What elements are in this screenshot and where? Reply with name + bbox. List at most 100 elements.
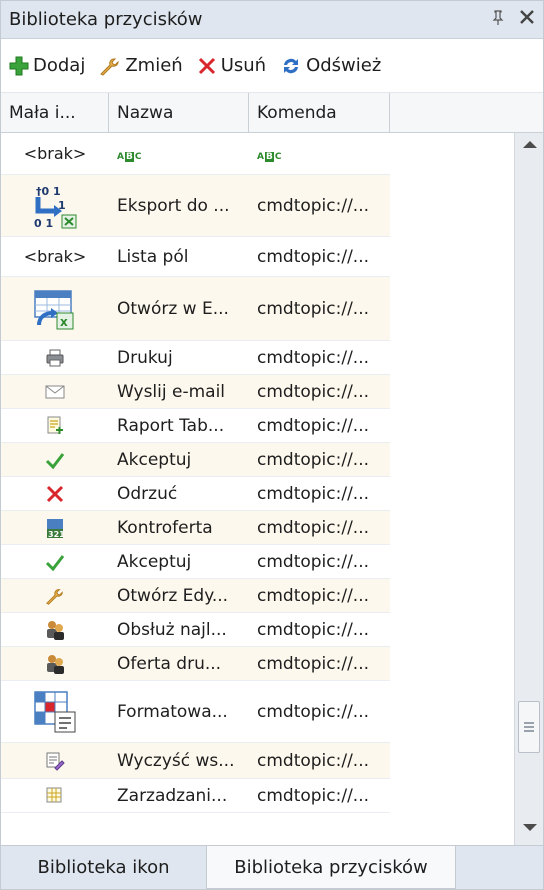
open-excel-icon: x <box>1 287 109 331</box>
pin-icon[interactable] <box>491 10 505 30</box>
add-button[interactable]: Dodaj <box>9 55 85 76</box>
checkmark-icon <box>1 553 109 571</box>
grid-rows: <brak> ABC ABC †0 1 1 0 1 Eksport do ...… <box>1 133 390 813</box>
row-name: Oferta dru... <box>117 653 222 674</box>
wrench-icon <box>1 586 109 606</box>
report-icon <box>1 416 109 436</box>
row-name: Drukuj <box>117 347 173 368</box>
table-row[interactable]: †0 1 1 0 1 Eksport do ... cmdtopic://... <box>1 175 390 237</box>
edit-button[interactable]: Zmień <box>99 55 183 76</box>
row-name: Zarzadzani... <box>117 785 228 806</box>
export-binary-icon: †0 1 1 0 1 <box>1 183 109 229</box>
column-header-command[interactable]: Komenda <box>249 93 390 132</box>
tab-icon-library[interactable]: Biblioteka ikon <box>1 846 206 889</box>
table-row[interactable]: Otwórz Edy... cmdtopic://... <box>1 579 390 613</box>
scrollbar-thumb[interactable] <box>518 701 540 753</box>
button-library-panel: Biblioteka przycisków Dodaj Zmień Usuń O… <box>0 0 544 890</box>
row-name: Eksport do ... <box>117 195 230 216</box>
printer-icon <box>1 348 109 368</box>
svg-text:0 1: 0 1 <box>34 217 53 229</box>
row-command: cmdtopic://... <box>257 653 370 674</box>
row-command: cmdtopic://... <box>257 298 370 319</box>
refresh-button-label: Odśwież <box>306 55 382 76</box>
tab-button-library[interactable]: Biblioteka przycisków <box>206 846 456 889</box>
column-header-name[interactable]: Nazwa <box>109 93 249 132</box>
buttons-grid[interactable]: Mała i... Nazwa Komenda <brak> ABC ABC †… <box>1 93 543 845</box>
column-header-small-icon[interactable]: Mała i... <box>1 93 109 132</box>
wrench-icon <box>100 58 119 76</box>
users-icon <box>1 653 109 675</box>
name-filter-cell[interactable]: ABC <box>109 144 249 164</box>
table-row[interactable]: Formatowa... cmdtopic://... <box>1 681 390 743</box>
row-command: cmdtopic://... <box>257 415 370 436</box>
format-table-icon <box>1 690 109 734</box>
row-name: Akceptuj <box>117 449 192 470</box>
row-name: Formatowa... <box>117 701 228 722</box>
add-button-label: Dodaj <box>33 55 86 76</box>
table-row[interactable]: x Otwórz w E... cmdtopic://... <box>1 277 390 341</box>
row-command: cmdtopic://... <box>257 551 370 572</box>
refresh-button[interactable]: Odśwież <box>280 55 381 76</box>
envelope-icon <box>1 384 109 400</box>
svg-text:321: 321 <box>48 530 65 539</box>
row-name: Otwórz w E... <box>117 298 229 319</box>
toolbar: Dodaj Zmień Usuń Odśwież <box>1 39 543 93</box>
row-name: Obsłuż najl... <box>117 619 227 640</box>
delete-button[interactable]: Usuń <box>197 55 266 76</box>
table-row[interactable]: Wyczyść ws... cmdtopic://... <box>1 743 390 779</box>
delete-x-icon <box>198 57 215 74</box>
x-reject-icon <box>1 484 109 504</box>
table-row[interactable]: Akceptuj cmdtopic://... <box>1 545 390 579</box>
table-row[interactable]: <brak> Lista pól cmdtopic://... <box>1 237 390 277</box>
row-name: Raport Tab... <box>117 415 225 436</box>
table-row[interactable]: 321 Kontroferta cmdtopic://... <box>1 511 390 545</box>
table-row[interactable]: Drukuj cmdtopic://... <box>1 341 390 375</box>
row-command: cmdtopic://... <box>257 449 370 470</box>
panel-title: Biblioteka przycisków <box>9 9 203 30</box>
clear-icon <box>1 751 109 771</box>
row-icon-text: <brak> <box>23 247 87 266</box>
row-command: cmdtopic://... <box>257 246 370 267</box>
row-name: Kontroferta <box>117 517 213 538</box>
table-row[interactable]: Wyslij e-mail cmdtopic://... <box>1 375 390 409</box>
counteroffer-icon: 321 <box>1 517 109 539</box>
row-command: cmdtopic://... <box>257 701 370 722</box>
vertical-scrollbar[interactable] <box>514 133 543 845</box>
text-filter-icon: ABC <box>257 151 282 162</box>
row-command: cmdtopic://... <box>257 347 370 368</box>
delete-button-label: Usuń <box>220 55 267 76</box>
row-name: Lista pól <box>117 246 189 267</box>
svg-text:†0 1: †0 1 <box>36 185 61 198</box>
checkmark-icon <box>1 451 109 469</box>
edit-button-label: Zmień <box>125 55 183 76</box>
row-command: cmdtopic://... <box>257 483 370 504</box>
row-name: Wyslij e-mail <box>117 381 226 402</box>
filter-row[interactable]: <brak> ABC ABC <box>1 133 390 175</box>
table-row[interactable]: Obsłuż najl... cmdtopic://... <box>1 613 390 647</box>
command-filter-cell[interactable]: ABC <box>249 144 390 164</box>
panel-titlebar: Biblioteka przycisków <box>1 1 543 39</box>
users-icon <box>1 619 109 641</box>
row-command: cmdtopic://... <box>257 585 370 606</box>
row-command: cmdtopic://... <box>257 381 370 402</box>
table-row[interactable]: Zarzadzani... cmdtopic://... <box>1 779 390 813</box>
row-command: cmdtopic://... <box>257 517 370 538</box>
svg-text:x: x <box>60 315 68 329</box>
scroll-down-arrow-icon[interactable] <box>523 824 537 831</box>
row-name: Otwórz Edy... <box>117 585 229 606</box>
row-command: cmdtopic://... <box>257 195 370 216</box>
close-icon[interactable] <box>519 6 535 30</box>
table-row[interactable]: Oferta dru... cmdtopic://... <box>1 647 390 681</box>
text-filter-icon: ABC <box>117 151 142 162</box>
row-command: cmdtopic://... <box>257 785 370 806</box>
manage-icon <box>1 786 109 806</box>
table-row[interactable]: Odrzuć cmdtopic://... <box>1 477 390 511</box>
svg-text:1: 1 <box>58 199 66 212</box>
row-icon-text: <brak> <box>23 144 87 163</box>
table-row[interactable]: Raport Tab... cmdtopic://... <box>1 409 390 443</box>
plus-icon <box>9 56 29 75</box>
refresh-icon <box>284 58 299 73</box>
table-row[interactable]: Akceptuj cmdtopic://... <box>1 443 390 477</box>
row-name: Odrzuć <box>117 483 178 504</box>
scroll-up-arrow-icon[interactable] <box>523 141 537 148</box>
